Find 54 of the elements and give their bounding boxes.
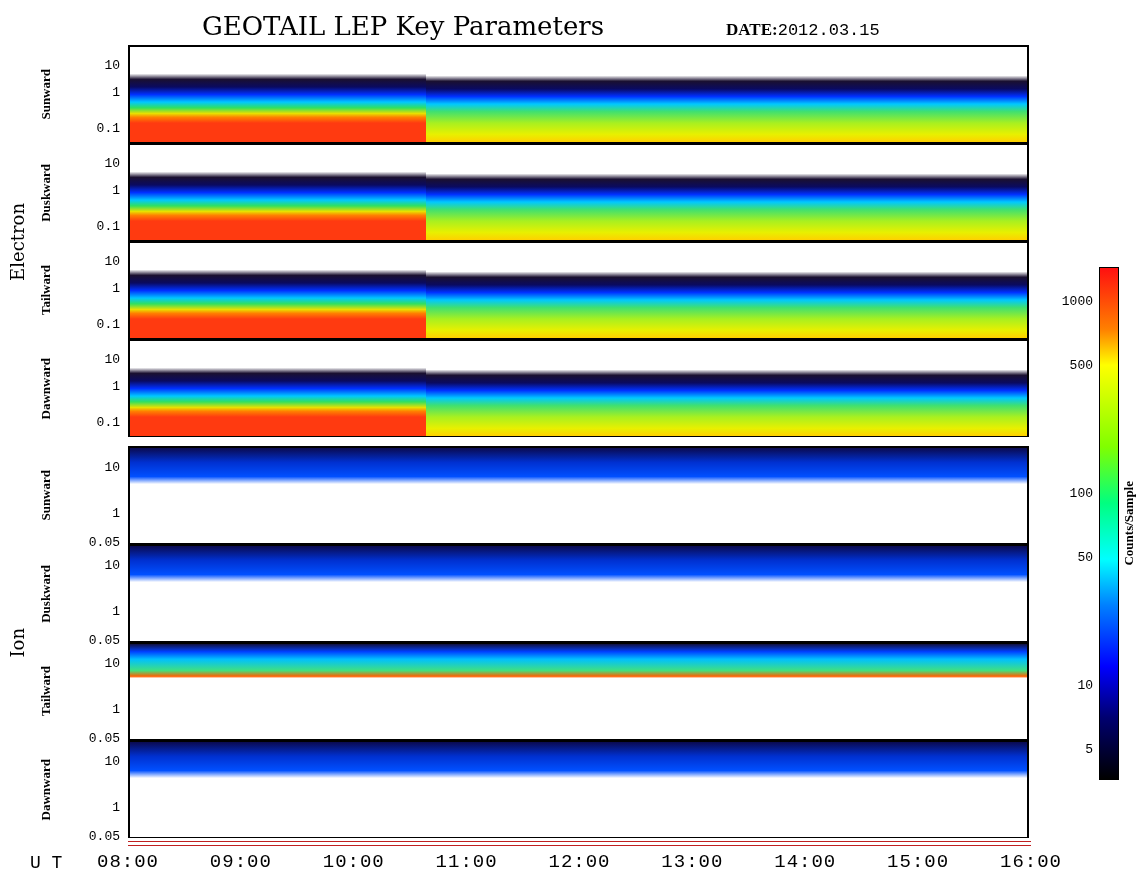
direction-label: Tailward [38, 265, 54, 316]
direction-label: Dawnward [38, 357, 54, 420]
y-tick-label: 10 [104, 352, 120, 366]
y-tick-label: 0.05 [88, 731, 120, 744]
y-tick-label: 10 [104, 254, 120, 268]
x-tick-label: 08:00 [97, 851, 159, 874]
y-tick-label: 1 [112, 604, 120, 618]
colorbar-title: Counts/Sample [1121, 481, 1137, 566]
x-tick-label: 10:00 [322, 851, 385, 874]
y-tick-label: 10 [104, 656, 120, 670]
y-tick-label: 1 [112, 184, 120, 197]
direction-label: Tailward [38, 666, 54, 717]
y-tick-label: 1 [112, 800, 120, 814]
y-tick-label: 10 [104, 156, 120, 170]
y-tick-label: 0.1 [96, 415, 120, 429]
y-tick-label: 0.1 [96, 317, 120, 331]
y-tick-label: 1 [112, 86, 120, 99]
y-tick-label: 0.05 [88, 633, 120, 646]
direction-label: Sunward [38, 470, 54, 521]
y-tick-label: 0.05 [88, 829, 120, 842]
date-value: 2012.03.15 [777, 21, 880, 41]
x-tick-label: 15:00 [887, 851, 950, 874]
y-tick-label: 10 [104, 58, 120, 72]
x-tick-label: 13:00 [661, 851, 724, 874]
y-tick-label: 10 [104, 460, 120, 474]
colorbar-tick-label: 10 [1077, 678, 1093, 692]
date-label: DATE: [726, 20, 778, 41]
x-tick-label: 16:00 [1000, 851, 1062, 874]
y-tick-label: 0.1 [96, 121, 120, 135]
colorbar-tick-label: 1000 [1061, 294, 1093, 308]
direction-label: Duskward [38, 564, 54, 623]
colorbar-tick-label: 500 [1069, 358, 1093, 372]
group-label: Electron [6, 202, 28, 281]
y-tick-label: 1 [112, 506, 120, 520]
y-tick-label: 10 [104, 754, 120, 768]
group-label: Ion [6, 627, 28, 658]
colorbar-tick-label: 100 [1069, 486, 1093, 500]
x-tick-label: 14:00 [774, 851, 837, 874]
axis-label: U T [30, 853, 63, 874]
direction-label: Sunward [38, 69, 54, 120]
y-tick-label: 1 [112, 380, 120, 393]
y-tick-label: 10 [104, 558, 120, 572]
direction-label: Dawnward [38, 758, 54, 821]
y-tick-label: 0.05 [88, 535, 120, 548]
y-tick-label: 1 [112, 282, 120, 295]
chart-title: GEOTAIL LEP Key Parameters [202, 11, 605, 42]
x-tick-label: 12:00 [548, 851, 611, 874]
x-tick-label: 11:00 [435, 851, 498, 874]
colorbar-tick-label: 5 [1085, 742, 1093, 756]
colorbar-tick-label: 50 [1077, 550, 1093, 564]
y-tick-label: 1 [112, 702, 120, 716]
x-tick-label: 09:00 [209, 851, 272, 874]
direction-label: Duskward [38, 163, 54, 222]
y-tick-label: 0.1 [96, 219, 120, 233]
